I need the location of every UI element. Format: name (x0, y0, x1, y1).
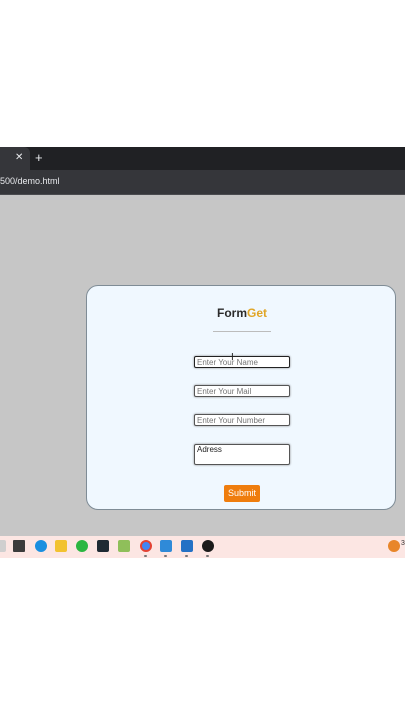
chrome-icon[interactable] (140, 540, 152, 552)
folder-icon[interactable] (55, 540, 67, 552)
edge-icon[interactable] (35, 540, 47, 552)
notification-badge-icon[interactable] (388, 540, 400, 552)
submit-button[interactable]: Submit (224, 485, 260, 502)
browser-tab[interactable]: ✕ (0, 147, 30, 170)
whatsapp-icon[interactable] (76, 540, 88, 552)
azure-icon[interactable] (181, 540, 193, 552)
windows-taskbar: 3 (0, 536, 405, 558)
running-indicator (164, 555, 167, 557)
running-indicator (144, 555, 147, 557)
logo-text-form: Form (216, 306, 247, 320)
logo-text-get: Get (246, 306, 267, 320)
tray-text: 3 (401, 540, 405, 547)
github-icon[interactable] (202, 540, 214, 552)
running-indicator (185, 555, 188, 557)
running-indicator (206, 555, 209, 557)
url-text[interactable]: 500/demo.html (0, 176, 60, 187)
page-viewport: FormGet Adress Submit (0, 195, 405, 536)
taskview-icon[interactable] (0, 540, 6, 552)
divider (213, 331, 271, 332)
react-icon[interactable] (97, 540, 109, 552)
name-input[interactable] (194, 356, 290, 368)
formget-logo: FormGet (87, 306, 397, 320)
new-tab-button[interactable]: + (35, 150, 43, 165)
text-cursor-icon: I (231, 352, 234, 363)
address-bar[interactable]: 500/demo.html (0, 170, 405, 195)
browser-tab-bar: ✕ + (0, 147, 405, 170)
address-textarea[interactable]: Adress (194, 444, 290, 465)
form-card: FormGet Adress Submit (86, 285, 396, 510)
paint-icon[interactable] (118, 540, 130, 552)
close-icon[interactable]: ✕ (15, 152, 23, 164)
mail-input[interactable] (194, 385, 290, 397)
number-input[interactable] (194, 414, 290, 426)
file-explorer-icon[interactable] (13, 540, 25, 552)
vscode-icon[interactable] (160, 540, 172, 552)
